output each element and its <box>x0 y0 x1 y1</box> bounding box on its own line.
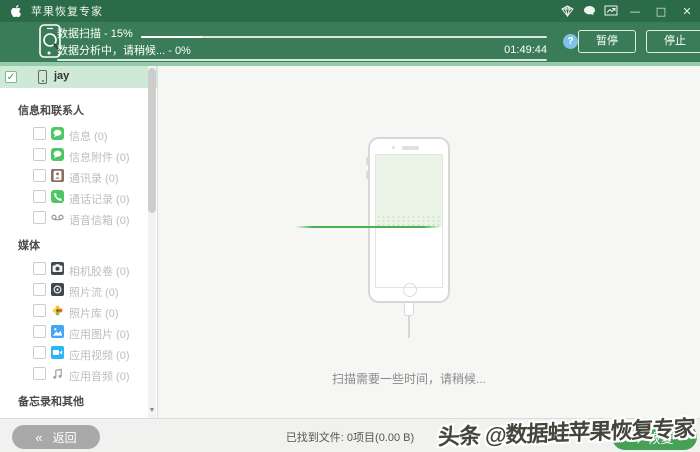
scan-progress-bar <box>141 36 547 38</box>
item-checkbox[interactable] <box>33 304 46 317</box>
sidebar: ✓ jay 信息和联系人信息 (0) 信息附件 (0) 通讯录 (0) 通话记录 (0… <box>0 66 158 418</box>
sidebar-item-photo-library[interactable]: 照片库 (0) <box>0 301 157 322</box>
item-checkbox[interactable] <box>33 262 46 275</box>
photostream-icon <box>51 283 64 296</box>
phone-side-button <box>366 171 368 179</box>
item-label: 应用音频 (0) <box>69 368 130 384</box>
pause-button[interactable]: 暂停 <box>578 30 636 53</box>
sidebar-item-app-photos[interactable]: 应用图片 (0) <box>0 322 157 343</box>
item-label: 照片库 (0) <box>69 305 119 321</box>
sidebar-item-app-videos[interactable]: 应用视频 (0) <box>0 343 157 364</box>
titlebar: 苹果恢复专家 — □ ✕ <box>0 0 700 22</box>
analyze-progress-bar <box>57 59 547 61</box>
footer-bar: « 返回 已找到文件: 0项目(0.00 B) 恢复 <box>0 418 700 452</box>
camera-icon <box>51 262 64 275</box>
phone-home-button <box>403 283 417 297</box>
item-checkbox[interactable] <box>33 190 46 203</box>
item-label: 照片流 (0) <box>69 284 119 300</box>
found-files-text: 已找到文件: 0项目(0.00 B) <box>0 429 700 445</box>
appvideo-icon <box>51 346 64 359</box>
item-checkbox[interactable] <box>33 346 46 359</box>
app-window: 苹果恢复专家 — □ ✕ <box>0 0 700 452</box>
section-title: 媒体 <box>0 229 157 259</box>
scan-line <box>295 226 441 228</box>
feedback-chat-icon[interactable] <box>578 0 600 22</box>
scan-progress-label: 数据扫描 - 15% <box>57 25 133 41</box>
maximize-button[interactable]: □ <box>648 0 674 22</box>
close-button[interactable]: ✕ <box>674 0 700 22</box>
phone-screen <box>375 154 443 288</box>
section-title: 信息和联系人 <box>0 94 157 124</box>
scan-header: 数据扫描 - 15% 数据分析中，请稍候... - 0% 01:49:44 ? … <box>0 22 700 62</box>
cable-cord <box>408 316 410 338</box>
item-label: 信息 (0) <box>69 128 108 144</box>
photolib-icon <box>51 304 64 317</box>
item-label: 语音信箱 (0) <box>69 212 130 228</box>
item-checkbox[interactable] <box>33 283 46 296</box>
sidebar-item-app-audio[interactable]: 应用音频 (0) <box>0 364 157 385</box>
phone-speaker <box>402 146 419 150</box>
sidebar-item-camera-roll[interactable]: 相机胶卷 (0) <box>0 259 157 280</box>
sidebar-item-message-attachments[interactable]: 信息附件 (0) <box>0 145 157 166</box>
gift-icon[interactable] <box>556 0 578 22</box>
device-row[interactable]: ✓ jay <box>0 66 157 88</box>
sidebar-item-messages[interactable]: 信息 (0) <box>0 124 157 145</box>
sidebar-sections: 信息和联系人信息 (0) 信息附件 (0) 通讯录 (0) 通话记录 (0) 语音信箱 … <box>0 88 157 418</box>
appaudio-icon <box>51 367 64 380</box>
app-logo-apple-icon <box>10 4 23 18</box>
scan-progress-fill <box>141 36 202 38</box>
sidebar-item-photo-stream[interactable]: 照片流 (0) <box>0 280 157 301</box>
item-checkbox[interactable] <box>33 169 46 182</box>
window-title: 苹果恢复专家 <box>31 3 103 19</box>
stop-button[interactable]: 停止 <box>646 30 700 53</box>
call-icon <box>51 190 64 203</box>
recover-button[interactable]: 恢复 <box>612 424 697 450</box>
item-label: 应用图片 (0) <box>69 326 130 342</box>
item-label: 信息附件 (0) <box>69 149 130 165</box>
screen-share-icon[interactable] <box>600 0 622 22</box>
phone-camera-dot <box>392 146 395 149</box>
sidebar-item-voicemail[interactable]: 语音信箱 (0) <box>0 208 157 229</box>
item-label: 相机胶卷 (0) <box>69 263 130 279</box>
help-icon[interactable]: ? <box>563 34 578 49</box>
device-checkbox[interactable]: ✓ <box>5 71 17 83</box>
message-icon <box>51 148 64 161</box>
appphoto-icon <box>51 325 64 338</box>
sidebar-item-contacts[interactable]: 通讯录 (0) <box>0 166 157 187</box>
elapsed-time: 01:49:44 <box>504 44 547 56</box>
recover-label: 恢复 <box>647 428 673 447</box>
device-phone-icon <box>38 70 47 84</box>
sidebar-scrollbar-thumb[interactable] <box>148 68 156 213</box>
section-title: 备忘录和其他 <box>0 385 157 415</box>
main-panel: 扫描需要一些时间，请稍候... <box>159 66 700 418</box>
device-name: jay <box>54 70 69 82</box>
contacts-icon <box>51 169 64 182</box>
item-checkbox[interactable] <box>33 325 46 338</box>
voicemail-icon <box>51 211 64 224</box>
minimize-button[interactable]: — <box>622 0 648 22</box>
item-checkbox[interactable] <box>33 367 46 380</box>
scan-status-text: 扫描需要一些时间，请稍候... <box>159 370 659 387</box>
sidebar-item-call-history[interactable]: 通话记录 (0) <box>0 187 157 208</box>
phone-illustration <box>368 137 450 303</box>
scrollbar-down-arrow-icon[interactable]: ▼ <box>148 407 156 414</box>
item-checkbox[interactable] <box>33 211 46 224</box>
cable-plug <box>404 303 414 316</box>
item-label: 通话记录 (0) <box>69 191 130 207</box>
analyze-progress-label: 数据分析中，请稍候... - 0% <box>57 42 191 58</box>
item-label: 通讯录 (0) <box>69 170 119 186</box>
item-checkbox[interactable] <box>33 148 46 161</box>
progress-rows: 数据扫描 - 15% 数据分析中，请稍候... - 0% 01:49:44 <box>57 25 547 61</box>
item-label: 应用视频 (0) <box>69 347 130 363</box>
lightning-icon <box>635 431 644 444</box>
item-checkbox[interactable] <box>33 127 46 140</box>
phone-side-button <box>366 157 368 165</box>
message-icon <box>51 127 64 140</box>
